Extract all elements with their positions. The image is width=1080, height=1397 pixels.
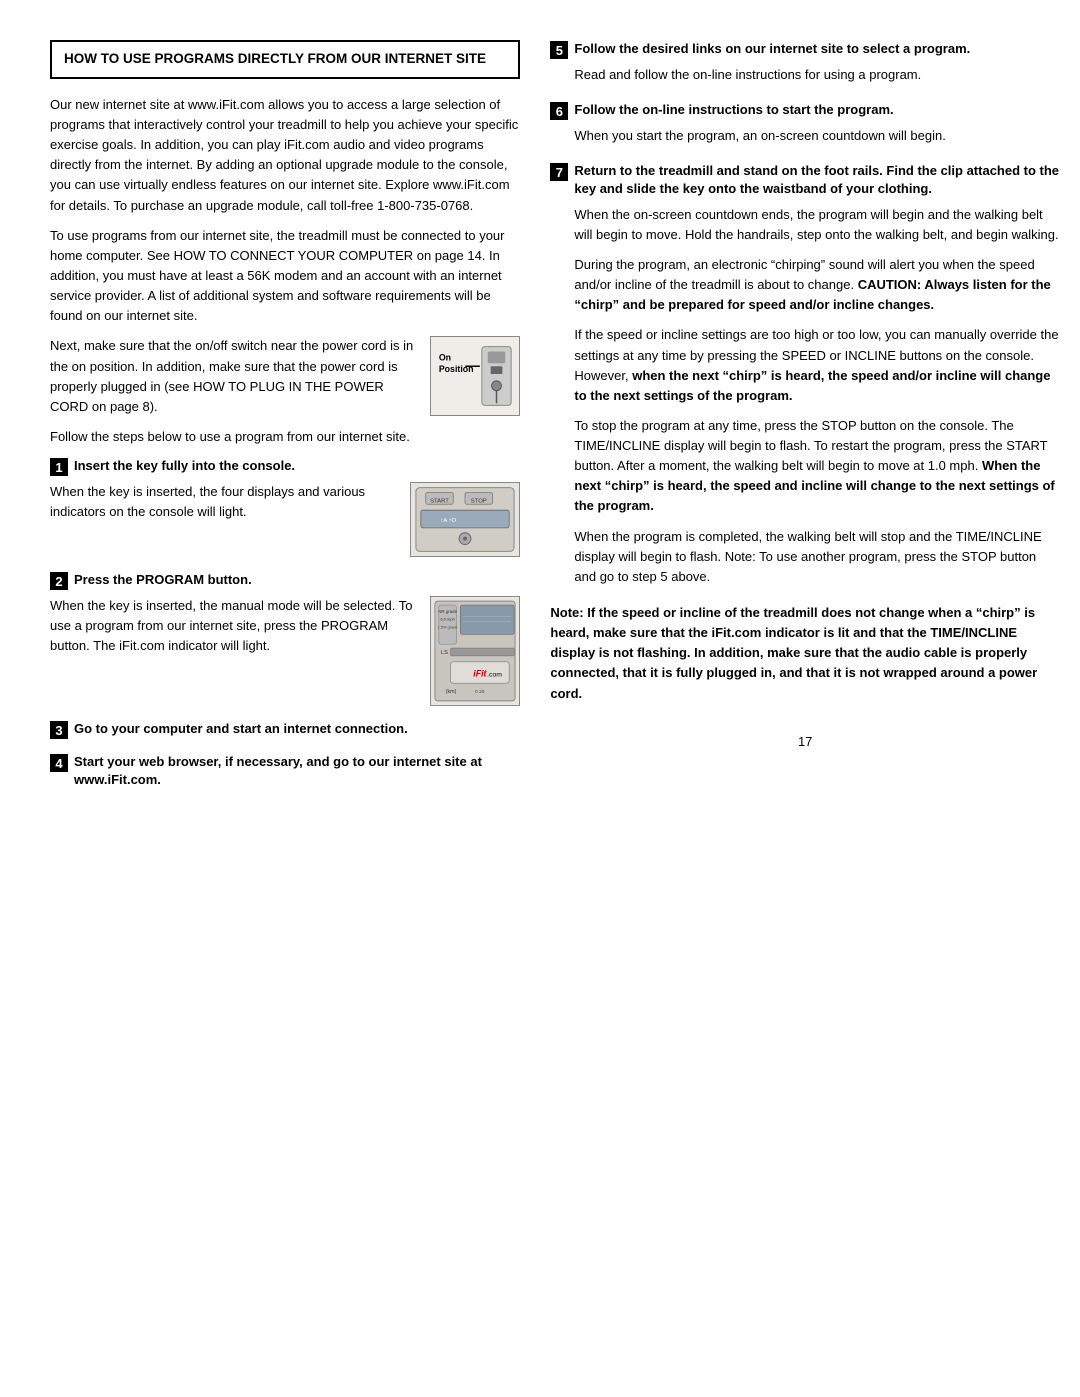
step-6-block: 6 Follow the on-line instructions to sta… <box>550 101 1060 146</box>
step-4-block: 4 Start your web browser, if necessary, … <box>50 753 520 789</box>
step-7-text3-block: If the speed or incline settings are too… <box>574 325 1060 406</box>
page-container: HOW TO USE PROGRAMS DIRECTLY FROM OUR IN… <box>50 40 1030 804</box>
step-1-header: 1 Insert the key fully into the console. <box>50 457 520 476</box>
note-text: Note: If the speed or incline of the tre… <box>550 605 1037 701</box>
left-column: HOW TO USE PROGRAMS DIRECTLY FROM OUR IN… <box>50 40 520 804</box>
step-1-text: When the key is inserted, the four displ… <box>50 482 398 522</box>
step-3-block: 3 Go to your computer and start an inter… <box>50 720 520 739</box>
step-1-content: When the key is inserted, the four displ… <box>50 482 520 557</box>
svg-text:6.0 mph: 6.0 mph <box>441 617 455 622</box>
step-2-header: 2 Press the PROGRAM button. <box>50 571 520 590</box>
step-5-title: Follow the desired links on our internet… <box>574 40 970 58</box>
svg-text:NR grade: NR grade <box>439 609 458 614</box>
switch-svg: On Position <box>431 336 519 416</box>
step-6-title: Follow the on-line instructions to start… <box>574 101 893 119</box>
step-6-number: 6 <box>550 102 568 120</box>
switch-paragraph: Next, make sure that the on/off switch n… <box>50 336 416 417</box>
svg-text:↑A ↑O: ↑A ↑O <box>441 518 457 524</box>
page-number-text: 17 <box>798 734 812 749</box>
console-svg: START STOP ↑A ↑O <box>411 482 519 557</box>
step-2-title: Press the PROGRAM button. <box>74 571 252 589</box>
intro-paragraph-2: To use programs from our internet site, … <box>50 226 520 327</box>
step-1-block: 1 Insert the key fully into the console.… <box>50 457 520 557</box>
step-7-number: 7 <box>550 163 568 181</box>
svg-text:0 20: 0 20 <box>475 689 485 695</box>
intro-paragraph-1: Our new internet site at www.iFit.com al… <box>50 95 520 216</box>
step-3-header: 3 Go to your computer and start an inter… <box>50 720 520 739</box>
step-4-header: 4 Start your web browser, if necessary, … <box>50 753 520 789</box>
step-7-text4: To stop the program at any time, press t… <box>574 418 1047 473</box>
section-header: HOW TO USE PROGRAMS DIRECTLY FROM OUR IN… <box>50 40 520 79</box>
step-1-title: Insert the key fully into the console. <box>74 457 295 475</box>
page-number: 17 <box>550 734 1060 749</box>
step-2-text: When the key is inserted, the manual mod… <box>50 596 418 656</box>
step-7-text4-block: To stop the program at any time, press t… <box>574 416 1060 517</box>
right-column: 5 Follow the desired links on our intern… <box>550 40 1060 804</box>
step-7-text2-block: During the program, an electronic “chirp… <box>574 255 1060 315</box>
step-2-content: When the key is inserted, the manual mod… <box>50 596 520 706</box>
follow-paragraph: Follow the steps below to use a program … <box>50 427 520 447</box>
svg-text:1.5% grade: 1.5% grade <box>438 625 458 630</box>
step-1-number: 1 <box>50 458 68 476</box>
svg-text:On: On <box>439 353 451 363</box>
svg-text:(km): (km) <box>446 689 457 695</box>
step-4-number: 4 <box>50 754 68 772</box>
program-console-svg: NR grade 6.0 mph 1.5% grade LS <box>431 596 519 706</box>
section-title: HOW TO USE PROGRAMS DIRECTLY FROM OUR IN… <box>64 51 486 66</box>
svg-text:START: START <box>431 498 450 504</box>
step-7-header: 7 Return to the treadmill and stand on t… <box>550 162 1060 198</box>
step-4-title: Start your web browser, if necessary, an… <box>74 753 520 789</box>
step-7-block: 7 Return to the treadmill and stand on t… <box>550 162 1060 587</box>
step-6-text: When you start the program, an on-screen… <box>574 126 1060 146</box>
step-7-text5: When the program is completed, the walki… <box>574 527 1060 587</box>
step-5-number: 5 <box>550 41 568 59</box>
step-7-text1: When the on-screen countdown ends, the p… <box>574 205 1060 245</box>
step-2-number: 2 <box>50 572 68 590</box>
step-7-bold3: when the next “chirp” is heard, the spee… <box>574 368 1050 403</box>
switch-image: On Position <box>430 336 520 416</box>
step-5-header: 5 Follow the desired links on our intern… <box>550 40 1060 59</box>
step-3-number: 3 <box>50 721 68 739</box>
note-paragraph: Note: If the speed or incline of the tre… <box>550 603 1060 704</box>
step-3-title: Go to your computer and start an interne… <box>74 720 408 738</box>
console-image: START STOP ↑A ↑O <box>410 482 520 557</box>
step-2-block: 2 Press the PROGRAM button. When the key… <box>50 571 520 706</box>
svg-text:LS: LS <box>441 650 448 656</box>
svg-text:.com: .com <box>488 672 503 679</box>
step-5-block: 5 Follow the desired links on our intern… <box>550 40 1060 85</box>
step-5-text: Read and follow the on-line instructions… <box>574 65 1060 85</box>
program-console-image: NR grade 6.0 mph 1.5% grade LS <box>430 596 520 706</box>
svg-text:iFit: iFit <box>474 669 488 679</box>
svg-text:STOP: STOP <box>471 498 487 504</box>
step-7-title: Return to the treadmill and stand on the… <box>574 162 1060 198</box>
switch-section: Next, make sure that the on/off switch n… <box>50 336 520 417</box>
step-6-header: 6 Follow the on-line instructions to sta… <box>550 101 1060 120</box>
